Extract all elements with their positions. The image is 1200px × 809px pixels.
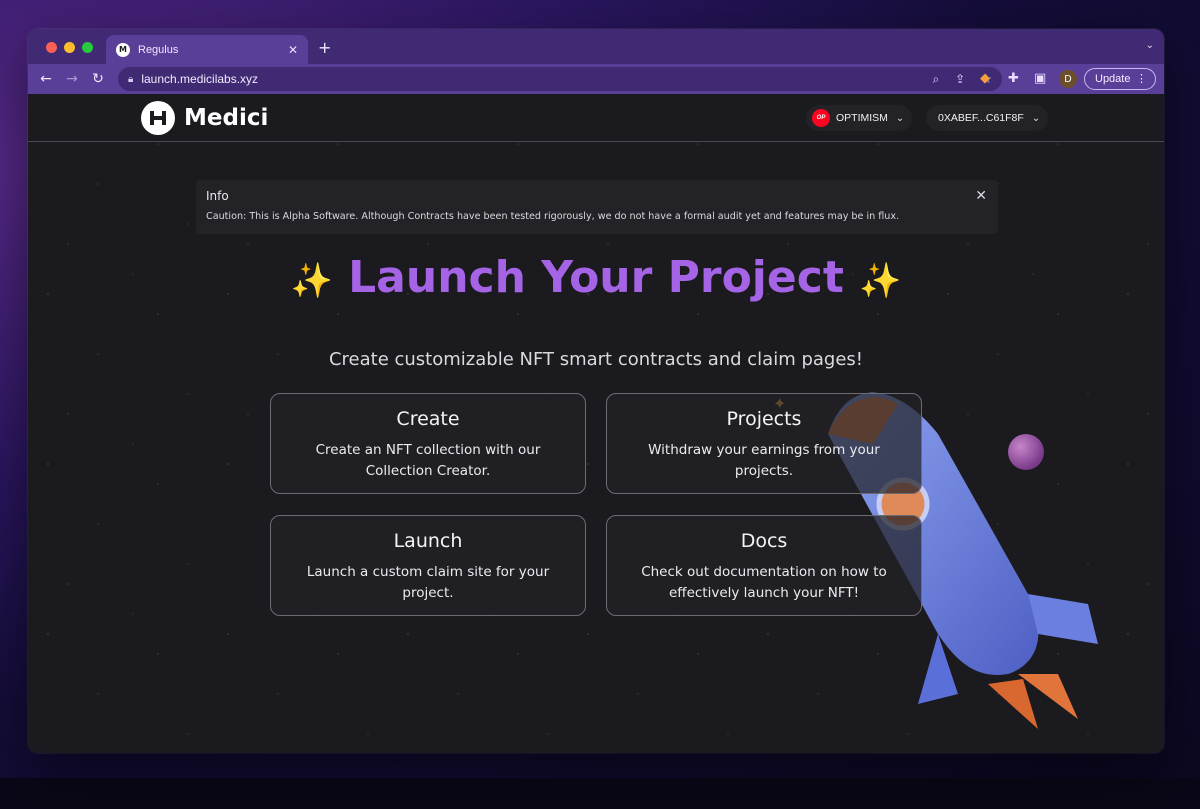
projects-card[interactable]: Projects Withdraw your earnings from you…	[606, 393, 922, 494]
optimism-logo-icon: OP	[812, 109, 830, 127]
medici-favicon-icon: M	[116, 42, 130, 57]
tab-close-icon[interactable]: ✕	[288, 43, 298, 57]
page-subtitle: Create customizable NFT smart contracts …	[328, 349, 864, 370]
network-selector[interactable]: OP OPTIMISM ⌄	[806, 105, 912, 131]
card-description: Check out documentation on how to effect…	[641, 564, 887, 601]
url-text[interactable]: launch.medicilabs.xyz	[141, 72, 916, 86]
browser-toolbar: ← → ↻ 🔒︎ launch.medicilabs.xyz ⌕ ⇪ ☆ ◆ ✚…	[28, 64, 1164, 94]
profile-avatar[interactable]: D	[1059, 70, 1077, 88]
card-title: Launch	[393, 530, 463, 552]
wallet-selector[interactable]: 0XABEF...C61F8F ⌄	[926, 105, 1048, 131]
metamask-fox-icon[interactable]: ◆	[980, 71, 990, 86]
page-title: ✨ Launch Your Project ✨	[28, 252, 1164, 303]
reload-icon[interactable]: ↻	[85, 71, 111, 87]
forward-arrow-icon[interactable]: →	[59, 71, 85, 87]
info-message: Caution: This is Alpha Software. Althoug…	[206, 211, 900, 222]
browser-tab[interactable]: M Regulus ✕	[106, 35, 308, 64]
network-label: OPTIMISM	[836, 112, 888, 124]
side-panel-icon[interactable]: ▣	[1034, 71, 1046, 86]
brand-name[interactable]: Medici	[184, 105, 268, 131]
info-title: Info	[206, 189, 229, 203]
card-title: Docs	[740, 530, 788, 552]
update-button[interactable]: Update ⋮	[1084, 68, 1156, 90]
more-menu-icon: ⋮	[1136, 73, 1147, 85]
desktop-dock-area	[0, 778, 1200, 809]
tab-search-chevron-icon[interactable]: ⌄	[1146, 40, 1154, 51]
maximize-window-button[interactable]	[82, 42, 93, 53]
address-bar[interactable]: 🔒︎ launch.medicilabs.xyz ⌕ ⇪ ☆	[118, 67, 1002, 91]
sparkles-icon: ✨	[859, 261, 902, 301]
chevron-down-icon: ⌄	[895, 112, 905, 124]
card-title: Projects	[726, 408, 802, 430]
chevron-down-icon: ⌄	[1031, 112, 1041, 124]
lock-icon: 🔒︎	[128, 73, 134, 85]
launch-card[interactable]: Launch Launch a custom claim site for yo…	[270, 515, 586, 616]
close-icon[interactable]: ✕	[975, 188, 987, 204]
back-arrow-icon[interactable]: ←	[33, 71, 59, 87]
minimize-window-button[interactable]	[64, 42, 75, 53]
card-title: Create	[396, 408, 460, 430]
sparkles-icon: ✨	[290, 261, 333, 301]
web-page: Medici OP OPTIMISM ⌄ 0XABEF...C61F8F ⌄ I…	[28, 94, 1164, 753]
extensions-puzzle-icon[interactable]: ✚	[1008, 71, 1019, 86]
share-icon[interactable]: ⇪	[955, 72, 965, 86]
hero-title-text: Launch Your Project	[348, 252, 844, 303]
wallet-address: 0XABEF...C61F8F	[938, 112, 1024, 124]
tab-strip: M Regulus ✕ + ⌄	[28, 29, 1164, 64]
tab-title: Regulus	[138, 43, 179, 56]
update-label: Update	[1095, 73, 1131, 85]
close-window-button[interactable]	[46, 42, 57, 53]
card-description: Launch a custom claim site for your proj…	[306, 564, 550, 601]
zoom-search-icon[interactable]: ⌕	[932, 72, 939, 87]
docs-card[interactable]: Docs Check out documentation on how to e…	[606, 515, 922, 616]
browser-window: M Regulus ✕ + ⌄ ← → ↻ 🔒︎ launch.medicila…	[28, 29, 1164, 753]
card-description: Create an NFT collection with our Collec…	[315, 442, 541, 479]
info-alert: Info Caution: This is Alpha Software. Al…	[196, 180, 998, 234]
site-header: Medici OP OPTIMISM ⌄ 0XABEF...C61F8F ⌄	[28, 94, 1164, 142]
create-card[interactable]: Create Create an NFT collection with our…	[270, 393, 586, 494]
new-tab-button[interactable]: +	[318, 38, 331, 57]
card-description: Withdraw your earnings from your project…	[648, 442, 880, 479]
medici-logo-icon[interactable]	[141, 101, 175, 135]
